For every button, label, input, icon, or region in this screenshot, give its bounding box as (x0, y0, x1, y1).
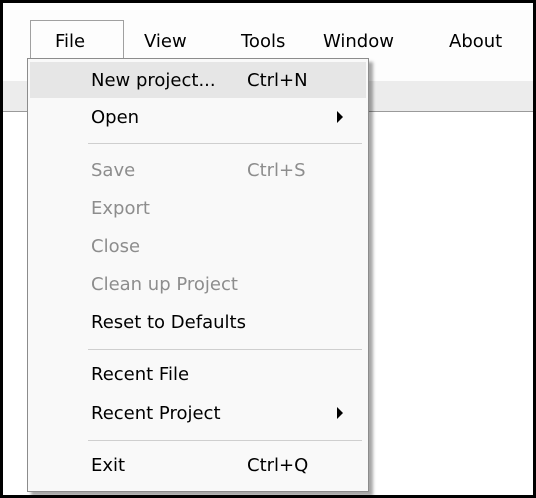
menu-item-close[interactable]: Close (30, 228, 366, 264)
menu-item-exit[interactable]: Exit Ctrl+Q (30, 447, 366, 483)
menu-tools[interactable]: Tools (241, 31, 285, 53)
menu-item-new-project[interactable]: New project... Ctrl+N (30, 62, 366, 98)
menu-item-reset-to-defaults[interactable]: Reset to Defaults (30, 304, 366, 340)
menu-file-label: File (55, 31, 86, 52)
menu-item-label: Export (91, 198, 150, 219)
menu-separator (88, 440, 362, 441)
menu-view[interactable]: View (144, 31, 187, 53)
menu-window[interactable]: Window (323, 31, 394, 53)
menu-separator (88, 349, 362, 350)
menu-item-label: Open (91, 107, 140, 128)
menu-item-shortcut: Ctrl+S (247, 160, 306, 181)
menu-about[interactable]: About (449, 31, 502, 53)
menu-item-label: Close (91, 236, 141, 257)
menu-item-label: Recent File (91, 364, 190, 385)
file-dropdown-menu: New project... Ctrl+N Open Save Ctrl+S E… (27, 58, 369, 492)
menu-item-shortcut: Ctrl+Q (247, 455, 309, 476)
menu-item-label: Clean up Project (91, 274, 238, 295)
menu-item-export[interactable]: Export (30, 190, 366, 226)
menu-separator (88, 143, 362, 144)
menu-item-shortcut: Ctrl+N (247, 70, 308, 91)
menu-item-recent-file[interactable]: Recent File (30, 356, 366, 392)
menu-file[interactable]: File (30, 20, 124, 61)
menu-item-label: New project... (91, 70, 216, 91)
menu-item-save[interactable]: Save Ctrl+S (30, 152, 366, 188)
menu-item-recent-project[interactable]: Recent Project (30, 395, 366, 431)
submenu-arrow-icon (337, 407, 343, 419)
menu-item-open[interactable]: Open (30, 99, 366, 135)
menu-item-label: Save (91, 160, 136, 181)
menu-item-clean-up-project[interactable]: Clean up Project (30, 266, 366, 302)
menu-item-label: Exit (91, 455, 126, 476)
app-window: File View Tools Window About New project… (3, 3, 533, 495)
menu-item-label: Recent Project (91, 403, 221, 424)
submenu-arrow-icon (337, 111, 343, 123)
menu-item-label: Reset to Defaults (91, 312, 246, 333)
